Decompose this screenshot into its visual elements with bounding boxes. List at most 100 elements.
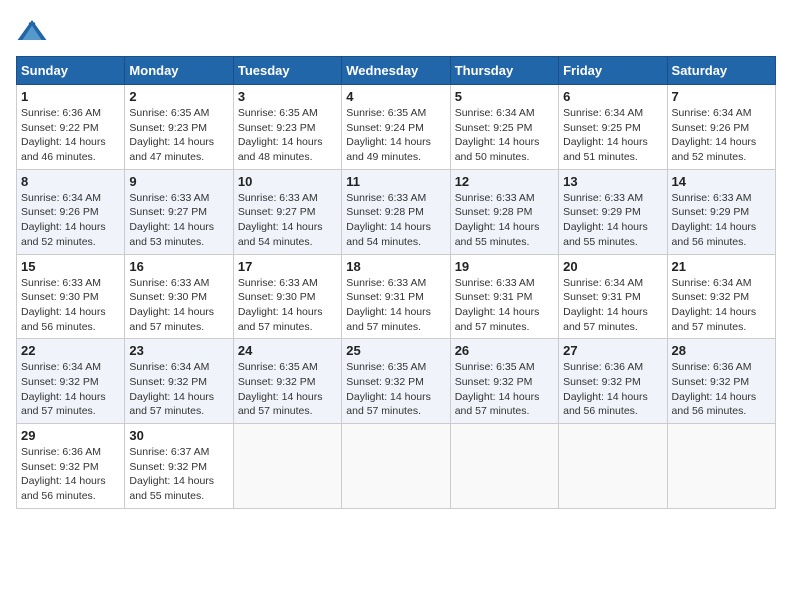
sunset-label: Sunset: 9:32 PM [129,461,207,473]
sunrise-label: Sunrise: 6:34 AM [563,277,643,289]
day-info: Sunrise: 6:34 AM Sunset: 9:25 PM Dayligh… [455,106,554,165]
day-number: 13 [563,174,662,189]
sunrise-label: Sunrise: 6:34 AM [672,277,752,289]
calendar-cell: 11 Sunrise: 6:33 AM Sunset: 9:28 PM Dayl… [342,169,450,254]
day-number: 28 [672,343,771,358]
calendar-cell: 10 Sunrise: 6:33 AM Sunset: 9:27 PM Dayl… [233,169,341,254]
sunset-label: Sunset: 9:32 PM [21,461,99,473]
calendar-cell: 26 Sunrise: 6:35 AM Sunset: 9:32 PM Dayl… [450,339,558,424]
sunrise-label: Sunrise: 6:35 AM [346,361,426,373]
day-number: 10 [238,174,337,189]
sunset-label: Sunset: 9:30 PM [238,291,316,303]
day-number: 17 [238,259,337,274]
sunrise-label: Sunrise: 6:33 AM [21,277,101,289]
day-number: 7 [672,89,771,104]
calendar-cell: 20 Sunrise: 6:34 AM Sunset: 9:31 PM Dayl… [559,254,667,339]
calendar-cell: 28 Sunrise: 6:36 AM Sunset: 9:32 PM Dayl… [667,339,775,424]
daylight-label: Daylight: 14 hours and 56 minutes. [672,221,757,248]
calendar-cell: 21 Sunrise: 6:34 AM Sunset: 9:32 PM Dayl… [667,254,775,339]
daylight-label: Daylight: 14 hours and 56 minutes. [563,391,648,418]
daylight-label: Daylight: 14 hours and 57 minutes. [238,306,323,333]
calendar-cell: 4 Sunrise: 6:35 AM Sunset: 9:24 PM Dayli… [342,85,450,170]
calendar-cell: 13 Sunrise: 6:33 AM Sunset: 9:29 PM Dayl… [559,169,667,254]
sunrise-label: Sunrise: 6:33 AM [238,277,318,289]
sunrise-label: Sunrise: 6:35 AM [238,107,318,119]
day-info: Sunrise: 6:34 AM Sunset: 9:25 PM Dayligh… [563,106,662,165]
sunset-label: Sunset: 9:32 PM [455,376,533,388]
day-number: 16 [129,259,228,274]
day-info: Sunrise: 6:33 AM Sunset: 9:28 PM Dayligh… [455,191,554,250]
calendar-week-1: 1 Sunrise: 6:36 AM Sunset: 9:22 PM Dayli… [17,85,776,170]
weekday-header-thursday: Thursday [450,57,558,85]
weekday-header-tuesday: Tuesday [233,57,341,85]
day-number: 19 [455,259,554,274]
day-number: 18 [346,259,445,274]
sunset-label: Sunset: 9:23 PM [129,122,207,134]
calendar-week-4: 22 Sunrise: 6:34 AM Sunset: 9:32 PM Dayl… [17,339,776,424]
calendar-cell: 3 Sunrise: 6:35 AM Sunset: 9:23 PM Dayli… [233,85,341,170]
calendar-cell [450,424,558,509]
sunrise-label: Sunrise: 6:35 AM [346,107,426,119]
day-info: Sunrise: 6:34 AM Sunset: 9:32 PM Dayligh… [672,276,771,335]
calendar-cell: 24 Sunrise: 6:35 AM Sunset: 9:32 PM Dayl… [233,339,341,424]
calendar-cell: 6 Sunrise: 6:34 AM Sunset: 9:25 PM Dayli… [559,85,667,170]
day-info: Sunrise: 6:34 AM Sunset: 9:26 PM Dayligh… [21,191,120,250]
day-info: Sunrise: 6:33 AM Sunset: 9:27 PM Dayligh… [238,191,337,250]
day-info: Sunrise: 6:35 AM Sunset: 9:32 PM Dayligh… [238,360,337,419]
calendar-cell: 8 Sunrise: 6:34 AM Sunset: 9:26 PM Dayli… [17,169,125,254]
day-info: Sunrise: 6:33 AM Sunset: 9:30 PM Dayligh… [129,276,228,335]
day-number: 9 [129,174,228,189]
sunrise-label: Sunrise: 6:34 AM [563,107,643,119]
day-number: 29 [21,428,120,443]
calendar-cell: 2 Sunrise: 6:35 AM Sunset: 9:23 PM Dayli… [125,85,233,170]
daylight-label: Daylight: 14 hours and 50 minutes. [455,136,540,163]
sunrise-label: Sunrise: 6:33 AM [129,277,209,289]
sunrise-label: Sunrise: 6:36 AM [672,361,752,373]
weekday-header-monday: Monday [125,57,233,85]
sunset-label: Sunset: 9:32 PM [129,376,207,388]
sunset-label: Sunset: 9:25 PM [563,122,641,134]
sunset-label: Sunset: 9:31 PM [563,291,641,303]
day-number: 3 [238,89,337,104]
day-info: Sunrise: 6:35 AM Sunset: 9:23 PM Dayligh… [129,106,228,165]
daylight-label: Daylight: 14 hours and 57 minutes. [129,391,214,418]
sunset-label: Sunset: 9:24 PM [346,122,424,134]
daylight-label: Daylight: 14 hours and 48 minutes. [238,136,323,163]
daylight-label: Daylight: 14 hours and 47 minutes. [129,136,214,163]
calendar-cell [233,424,341,509]
day-number: 20 [563,259,662,274]
day-info: Sunrise: 6:35 AM Sunset: 9:32 PM Dayligh… [455,360,554,419]
day-number: 15 [21,259,120,274]
sunset-label: Sunset: 9:27 PM [129,206,207,218]
day-info: Sunrise: 6:33 AM Sunset: 9:29 PM Dayligh… [672,191,771,250]
sunset-label: Sunset: 9:31 PM [346,291,424,303]
day-number: 1 [21,89,120,104]
day-info: Sunrise: 6:33 AM Sunset: 9:29 PM Dayligh… [563,191,662,250]
day-info: Sunrise: 6:33 AM Sunset: 9:28 PM Dayligh… [346,191,445,250]
day-number: 21 [672,259,771,274]
page-header [16,16,776,48]
day-number: 27 [563,343,662,358]
sunrise-label: Sunrise: 6:37 AM [129,446,209,458]
calendar-cell: 25 Sunrise: 6:35 AM Sunset: 9:32 PM Dayl… [342,339,450,424]
day-info: Sunrise: 6:37 AM Sunset: 9:32 PM Dayligh… [129,445,228,504]
sunrise-label: Sunrise: 6:35 AM [455,361,535,373]
sunset-label: Sunset: 9:32 PM [563,376,641,388]
sunset-label: Sunset: 9:26 PM [21,206,99,218]
sunset-label: Sunset: 9:30 PM [21,291,99,303]
day-info: Sunrise: 6:34 AM Sunset: 9:32 PM Dayligh… [21,360,120,419]
daylight-label: Daylight: 14 hours and 56 minutes. [21,475,106,502]
calendar-cell: 19 Sunrise: 6:33 AM Sunset: 9:31 PM Dayl… [450,254,558,339]
daylight-label: Daylight: 14 hours and 52 minutes. [672,136,757,163]
daylight-label: Daylight: 14 hours and 57 minutes. [346,391,431,418]
day-number: 23 [129,343,228,358]
sunrise-label: Sunrise: 6:33 AM [455,192,535,204]
calendar-cell: 23 Sunrise: 6:34 AM Sunset: 9:32 PM Dayl… [125,339,233,424]
sunset-label: Sunset: 9:26 PM [672,122,750,134]
sunset-label: Sunset: 9:28 PM [455,206,533,218]
day-info: Sunrise: 6:36 AM Sunset: 9:32 PM Dayligh… [563,360,662,419]
sunset-label: Sunset: 9:29 PM [563,206,641,218]
day-info: Sunrise: 6:33 AM Sunset: 9:27 PM Dayligh… [129,191,228,250]
sunrise-label: Sunrise: 6:35 AM [129,107,209,119]
sunrise-label: Sunrise: 6:34 AM [455,107,535,119]
